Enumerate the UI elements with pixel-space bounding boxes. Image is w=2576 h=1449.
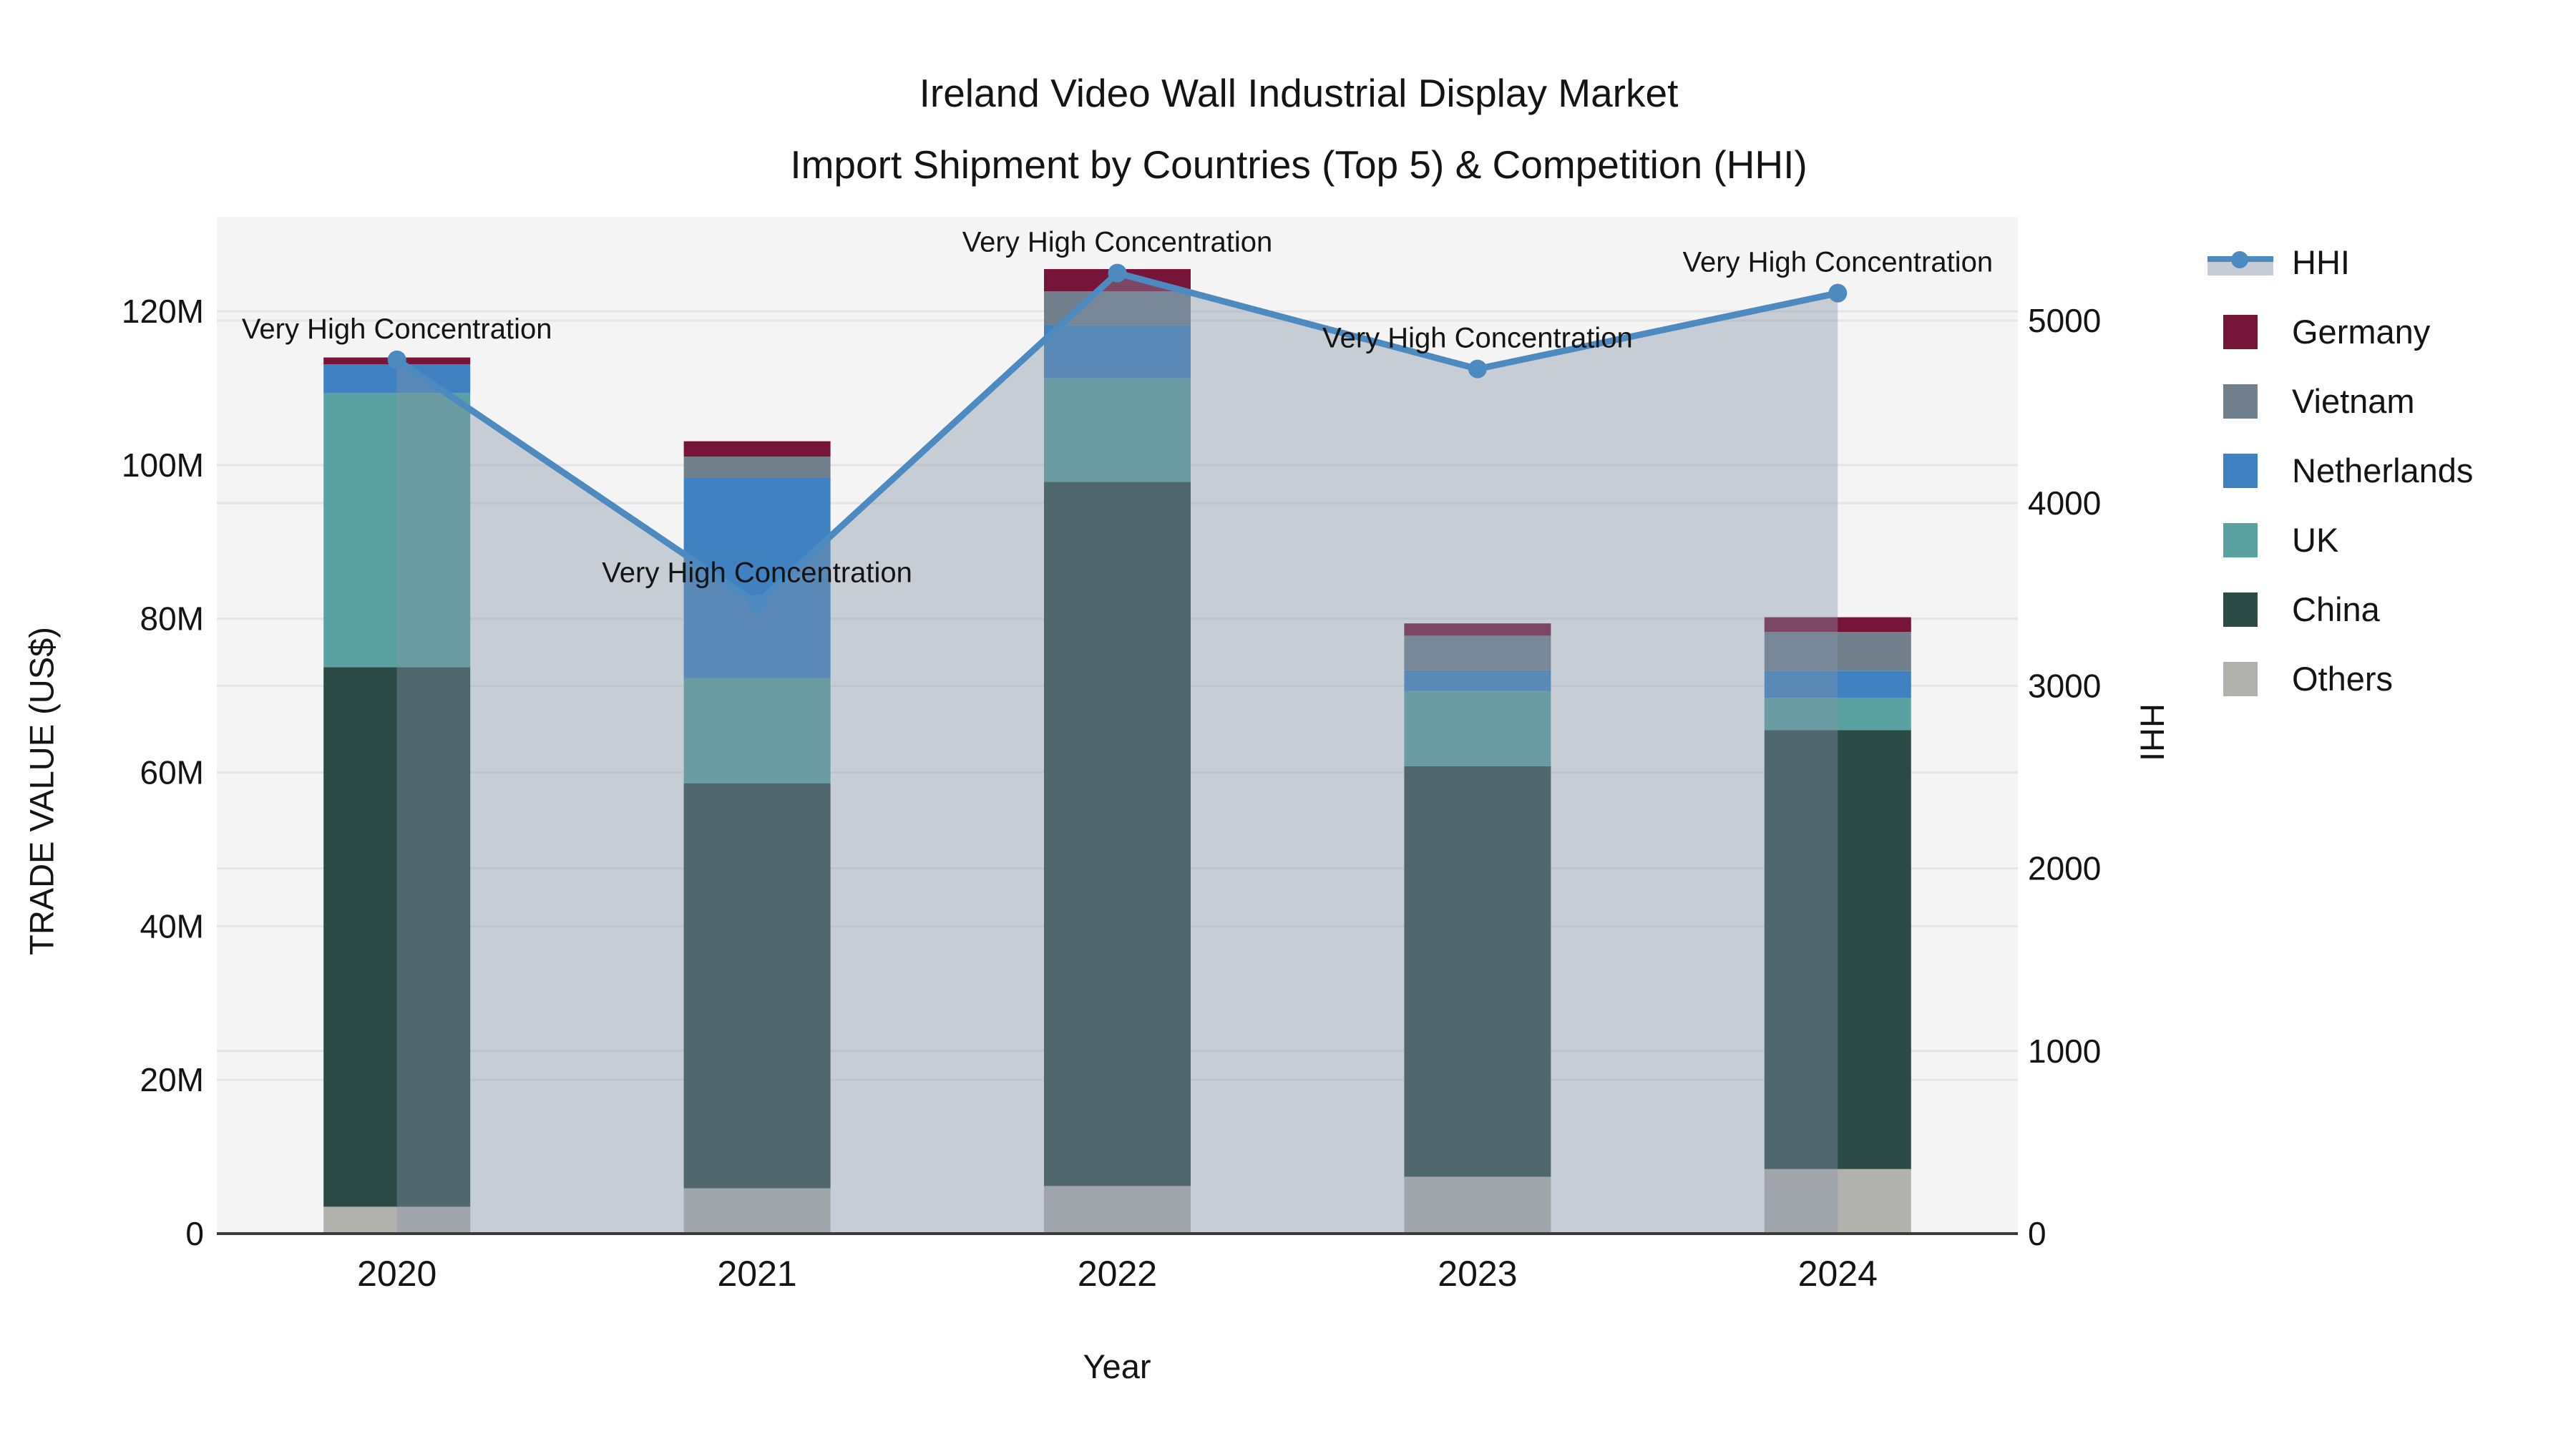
x-tick-label: 2023: [1438, 1254, 1517, 1294]
chart-canvas: 0 20M 40M 60M 80M 100M 120M 0 1000 2000 3000 4000 50…: [122, 217, 2101, 1294]
legend-item-others: Others: [2207, 644, 2473, 713]
legend-item-uk: UK: [2207, 505, 2473, 575]
x-tick-label: 2022: [1078, 1254, 1157, 1294]
y-left-tick-label: 60M: [140, 754, 204, 791]
germany-color-swatch-icon: [2223, 314, 2258, 349]
annotation-2022: Very High Concentration: [962, 227, 1273, 258]
hhi-marker-2022: [1108, 263, 1127, 283]
legend-item-netherlands: Netherlands: [2207, 436, 2473, 505]
y-axis-left-label: TRADE VALUE (US$): [22, 627, 61, 955]
y-left-tick-label: 120M: [122, 293, 204, 330]
legend-item-vietnam: Vietnam: [2207, 366, 2473, 436]
y-left-tick-label: 0: [185, 1215, 204, 1252]
legend-label: UK: [2292, 521, 2339, 559]
hhi-marker-2024: [1828, 283, 1848, 303]
x-tick-label: 2024: [1798, 1254, 1878, 1294]
bar-segment-germany-2021: [683, 441, 831, 457]
hhi-marker-2023: [1468, 359, 1487, 379]
chart-title-line1: Ireland Video Wall Industrial Display Ma…: [919, 71, 1679, 115]
y-left-tick-label: 20M: [140, 1061, 204, 1098]
legend-item-hhi: HHI: [2207, 228, 2473, 297]
legend-label: China: [2292, 590, 2380, 628]
y-axis-right-label: HHI: [2133, 703, 2172, 761]
y-left-tick-label: 80M: [140, 600, 204, 638]
china-color-swatch-icon: [2223, 592, 2258, 627]
y-right-tick-label: 5000: [2028, 302, 2101, 339]
annotation-2020: Very High Concentration: [242, 313, 552, 345]
legend-item-germany: Germany: [2207, 297, 2473, 366]
chart-figure: 0 20M 40M 60M 80M 100M 120M 0 1000 2000 3000 4000 50…: [0, 0, 2576, 1449]
y-left-tick-label: 40M: [140, 907, 204, 945]
legend-label: Vietnam: [2292, 382, 2415, 420]
x-tick-label: 2021: [717, 1254, 796, 1294]
bar-segment-vietnam-2021: [683, 457, 831, 478]
legend-label: Germany: [2292, 313, 2431, 351]
annotation-2023: Very High Concentration: [1322, 323, 1633, 354]
uk-color-swatch-icon: [2223, 522, 2258, 557]
netherlands-color-swatch-icon: [2223, 453, 2258, 488]
others-color-swatch-icon: [2223, 661, 2258, 696]
y-right-tick-label: 3000: [2028, 667, 2101, 704]
legend-label: HHI: [2292, 243, 2350, 281]
annotation-2021: Very High Concentration: [602, 557, 912, 589]
hhi-line-swatch-icon: [2207, 245, 2273, 280]
annotation-2024: Very High Concentration: [1683, 247, 1994, 278]
y-left-tick-label: 100M: [122, 447, 204, 484]
chart-legend: HHI Germany Vietnam Netherlands UK China…: [2207, 228, 2473, 713]
x-axis-label: Year: [1083, 1347, 1151, 1385]
legend-item-china: China: [2207, 575, 2473, 644]
y-right-tick-label: 2000: [2028, 850, 2101, 887]
y-right-tick-label: 1000: [2028, 1033, 2101, 1070]
chart-title-line2: Import Shipment by Countries (Top 5) & C…: [790, 142, 1807, 187]
legend-label: Netherlands: [2292, 452, 2474, 489]
y-right-tick-label: 0: [2028, 1215, 2046, 1252]
vietnam-color-swatch-icon: [2223, 384, 2258, 419]
y-right-tick-label: 4000: [2028, 484, 2101, 522]
x-tick-label: 2020: [357, 1254, 436, 1294]
hhi-marker-2020: [387, 350, 406, 369]
legend-label: Others: [2292, 660, 2394, 698]
hhi-marker-2021: [748, 594, 767, 613]
